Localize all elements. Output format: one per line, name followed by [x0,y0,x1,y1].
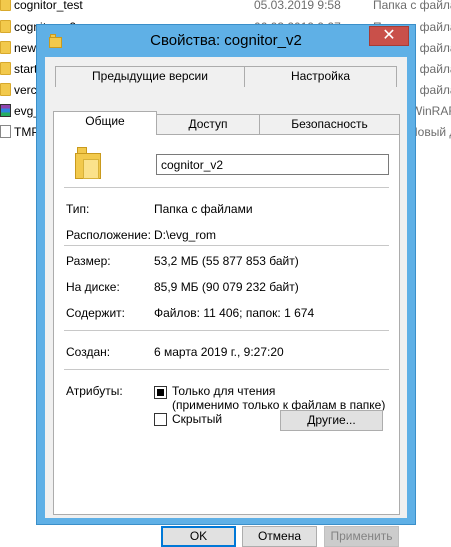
separator [64,369,389,370]
properties-dialog: Свойства: cognitor_v2 ✕ Предыдущие верси… [36,24,416,547]
contains-value: Файлов: 11 406; папок: 1 674 [154,306,315,320]
folder-icon [75,147,101,179]
advanced-attributes-button[interactable]: Другие... [280,410,383,431]
hidden-label[interactable]: Скрытый [172,412,222,426]
disk-size-value: 85,9 МБ (90 079 232 байт) [154,280,299,294]
tab-security[interactable]: Безопасность [259,114,400,135]
file-date: 05.03.2019 9:58 [254,0,341,12]
folder-icon [0,83,11,96]
file-name: verc [14,83,37,97]
created-label: Создан: [66,345,111,359]
type-label: Тип: [66,202,90,216]
dialog-client-area: Предыдущие версии Настройка Общие Доступ… [45,57,407,547]
readonly-checkbox[interactable] [154,386,167,399]
separator [64,330,389,331]
tab-customize[interactable]: Настройка [244,66,397,87]
winrar-archive-icon [0,104,11,117]
general-tab-page [53,134,400,515]
file-name: cognitor_test [14,0,83,12]
folder-name-input[interactable] [156,154,389,175]
location-value: D:\evg_rom [154,228,217,242]
readonly-label[interactable]: Только для чтения [172,384,275,398]
file-row[interactable]: cognitor_test 05.03.2019 9:58 Папка с фа… [0,0,451,16]
file-type: WinRAR [411,104,451,118]
apply-button[interactable]: Применить [324,526,399,547]
folder-icon [0,41,11,54]
folder-icon [0,62,11,75]
size-value: 53,2 МБ (55 877 853 байт) [154,254,299,268]
tab-previous-versions[interactable]: Предыдущие версии [55,66,245,87]
close-button[interactable]: ✕ [369,26,409,46]
tab-sharing[interactable]: Доступ [156,114,260,135]
location-label: Расположение: [66,228,151,242]
hidden-checkbox[interactable] [154,413,167,426]
contains-label: Содержит: [66,306,125,320]
created-value: 6 марта 2019 г., 9:27:20 [154,345,284,359]
text-file-icon [0,125,11,138]
cancel-button[interactable]: Отмена [242,526,317,547]
disk-size-label: На диске: [66,280,120,294]
separator [64,245,389,246]
folder-icon [0,0,11,11]
separator [64,187,389,188]
dialog-title: Свойства: cognitor_v2 [150,32,302,49]
file-name: new [14,41,37,55]
folder-icon [0,20,11,33]
attributes-label: Атрибуты: [66,384,123,398]
dialog-titlebar[interactable]: Свойства: cognitor_v2 ✕ [37,25,415,57]
file-name: start [14,62,38,76]
size-label: Размер: [66,254,111,268]
type-value: Папка с файлами [154,202,253,216]
tab-general[interactable]: Общие [53,111,157,135]
ok-button[interactable]: OK [161,526,236,547]
file-type: Папка с файлам [373,0,451,12]
